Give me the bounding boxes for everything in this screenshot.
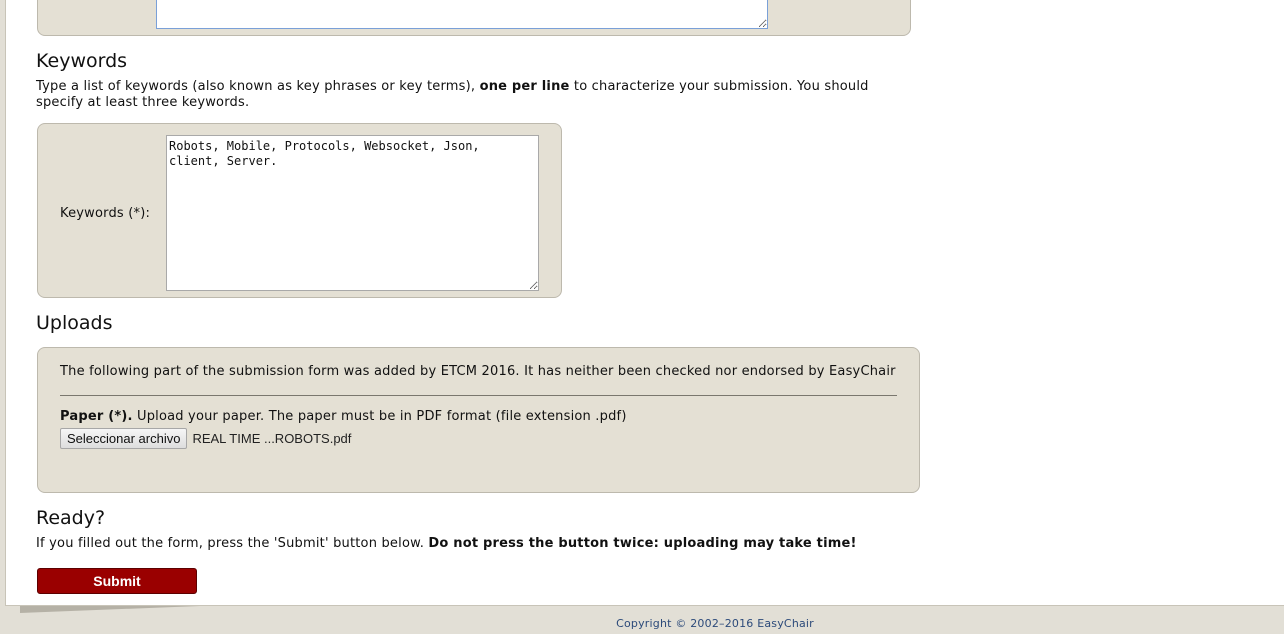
keywords-panel: Keywords (*): Robots, Mobile, Protocols,… bbox=[37, 123, 562, 298]
ready-instructions-text: If you filled out the form, press the 'S… bbox=[36, 536, 429, 551]
paper-field-description: Paper (*). Upload your paper. The paper … bbox=[60, 409, 627, 424]
abstract-textarea[interactable] bbox=[156, 0, 768, 29]
page-shadow bbox=[20, 606, 200, 613]
uploads-heading: Uploads bbox=[36, 312, 113, 334]
keywords-textarea[interactable]: Robots, Mobile, Protocols, Websocket, Js… bbox=[166, 135, 539, 291]
submit-button[interactable]: Submit bbox=[37, 568, 197, 594]
keywords-instructions-text: Type a list of keywords (also known as k… bbox=[36, 79, 480, 94]
keywords-instructions: Type a list of keywords (also known as k… bbox=[36, 79, 896, 111]
choose-file-button[interactable]: Seleccionar archivo bbox=[60, 428, 188, 449]
footer-copyright: Copyright © 2002–2016 EasyChair bbox=[616, 617, 814, 630]
uploads-panel: The following part of the submission for… bbox=[37, 347, 920, 493]
uploads-divider bbox=[60, 395, 897, 396]
ready-heading: Ready? bbox=[36, 507, 106, 529]
ready-instructions: If you filled out the form, press the 'S… bbox=[36, 536, 857, 552]
page-content: Keywords Type a list of keywords (also k… bbox=[5, 0, 1284, 606]
keywords-instructions-bold: one per line bbox=[479, 79, 570, 94]
keywords-label: Keywords (*): bbox=[60, 206, 151, 221]
keywords-heading: Keywords bbox=[36, 50, 128, 72]
ready-warning: Do not press the button twice: uploading… bbox=[428, 536, 857, 551]
paper-label: Paper (*). bbox=[60, 409, 133, 424]
uploads-note: The following part of the submission for… bbox=[60, 364, 896, 379]
abstract-panel bbox=[37, 0, 911, 36]
selected-file-name: REAL TIME ...ROBOTS.pdf bbox=[192, 431, 352, 446]
paper-description: Upload your paper. The paper must be in … bbox=[132, 409, 627, 424]
file-input: Seleccionar archivo REAL TIME ...ROBOTS.… bbox=[60, 428, 351, 449]
